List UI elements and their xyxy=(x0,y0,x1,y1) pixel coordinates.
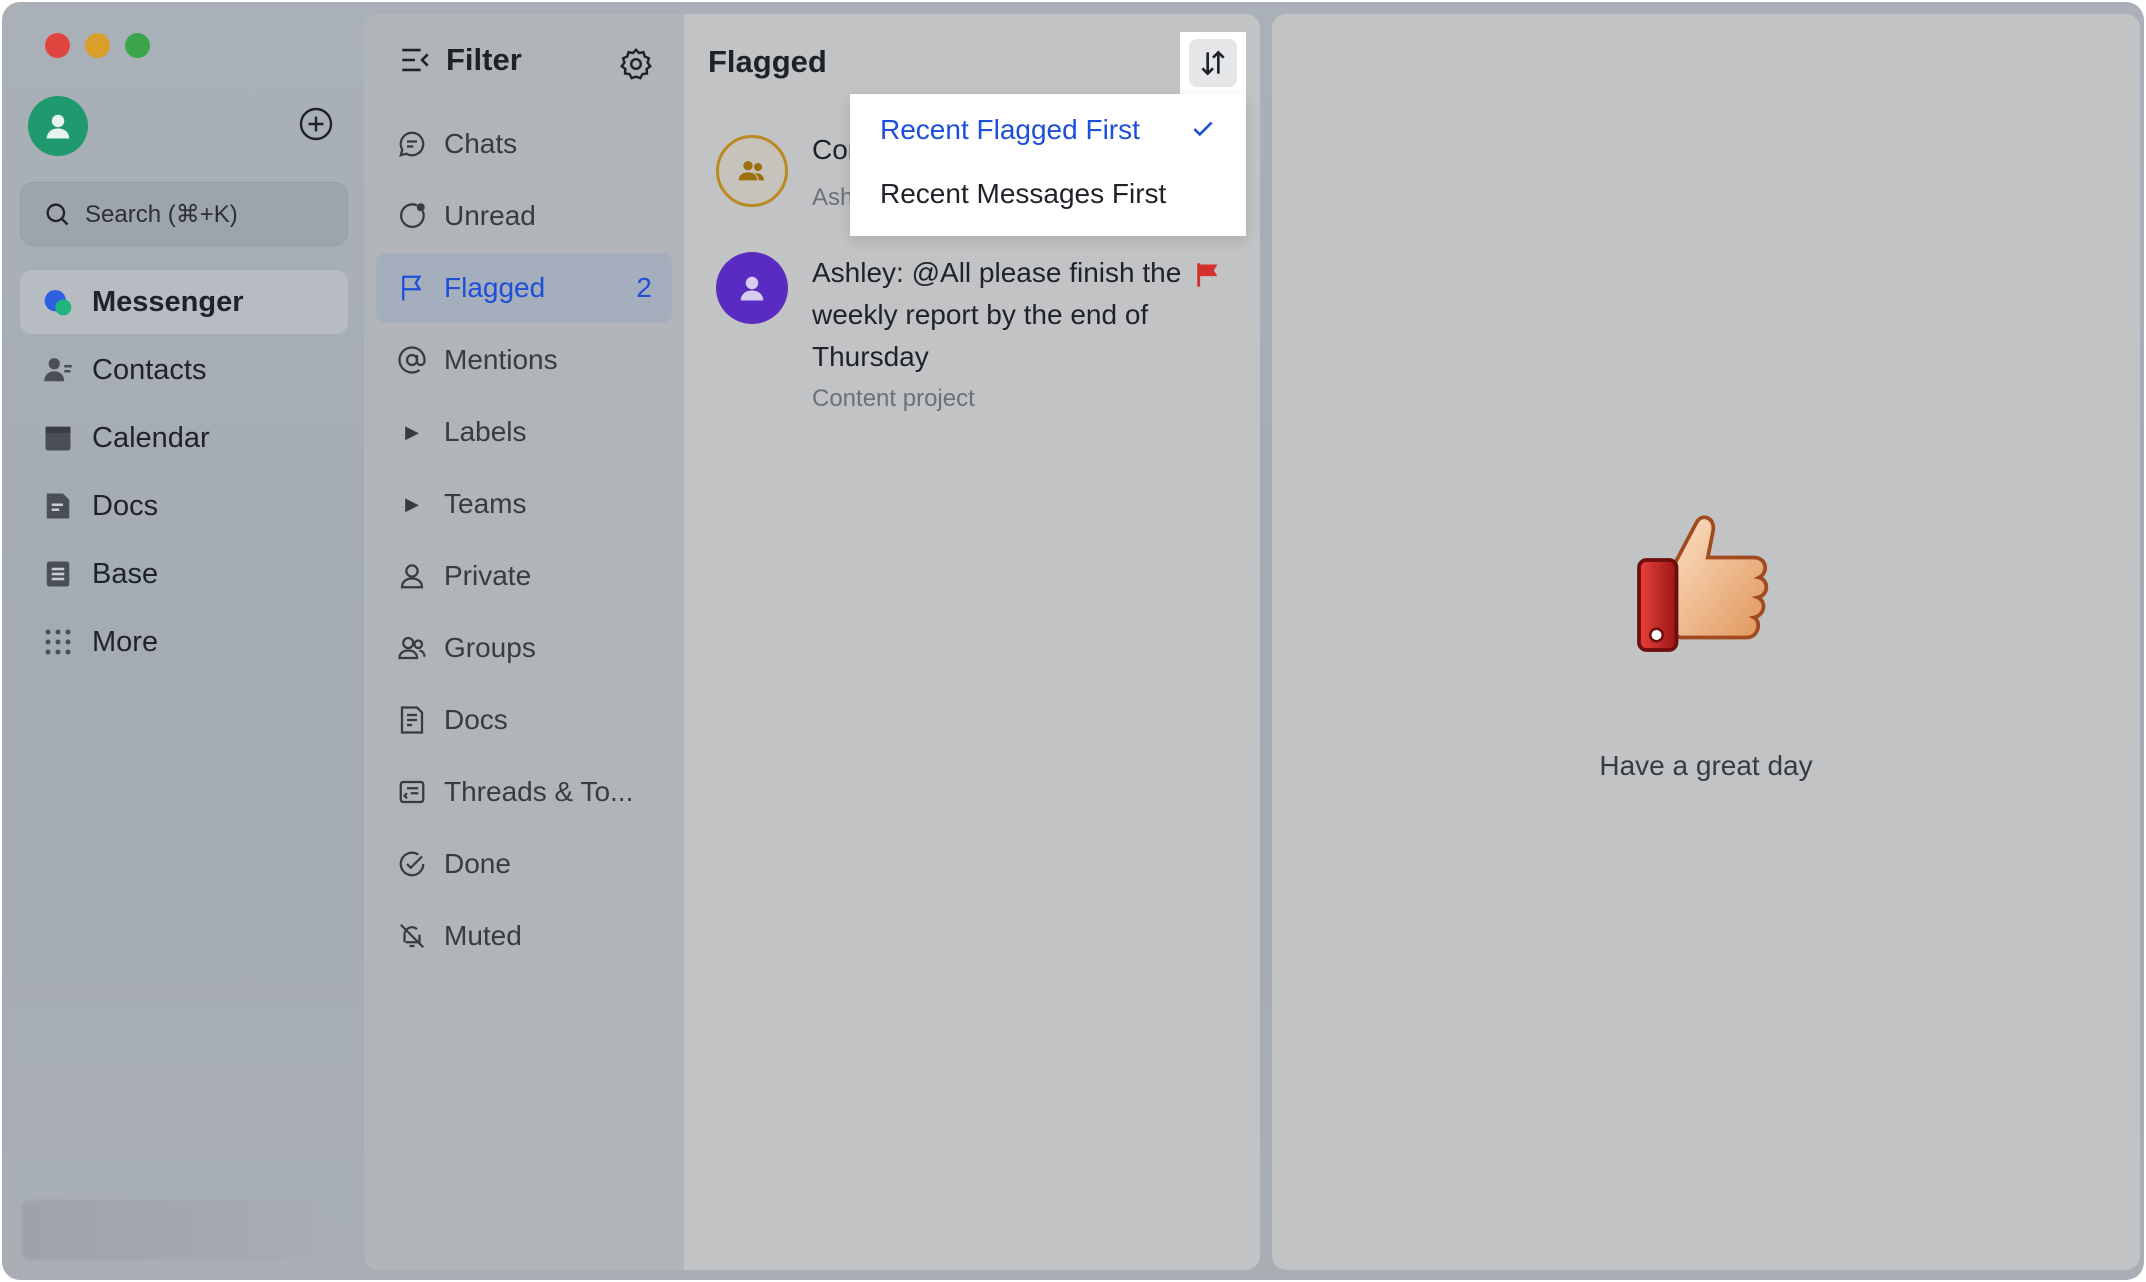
filter-item-threads[interactable]: Threads & To... xyxy=(376,757,672,827)
docs-icon xyxy=(42,490,74,522)
greeting-text: Have a great day xyxy=(1599,750,1813,781)
filter-item-label: Mentions xyxy=(444,344,558,375)
search-placeholder: Search (⌘+K) xyxy=(85,200,238,228)
thumbs-up-icon xyxy=(1637,515,1769,652)
nav-item-label: Base xyxy=(92,557,159,590)
plus-circle-icon xyxy=(299,107,333,141)
filter-list-icon[interactable] xyxy=(398,43,432,77)
chat-message-preview[interactable]: Ashley: @All please finish the weekly re… xyxy=(812,252,1182,378)
done-icon xyxy=(396,848,428,880)
unread-icon xyxy=(396,200,428,232)
search-icon xyxy=(46,203,69,226)
filter-item-label: Teams xyxy=(444,488,527,519)
nav-item-label: Docs xyxy=(92,489,159,522)
person-icon xyxy=(46,114,70,139)
filter-header: Filter xyxy=(398,42,522,78)
nav-item-calendar[interactable]: Calendar xyxy=(20,406,348,470)
sort-arrows-icon xyxy=(1201,50,1225,76)
filter-item-label: Flagged xyxy=(444,272,546,303)
sort-button[interactable] xyxy=(1189,39,1237,87)
filter-item-groups[interactable]: Groups xyxy=(376,613,672,683)
person-icon xyxy=(740,276,764,301)
blurred-profile-area xyxy=(22,1200,322,1260)
caret-right-icon: ▶ xyxy=(405,421,419,442)
nav-item-more[interactable]: More xyxy=(20,610,348,674)
more-icon xyxy=(42,626,74,658)
chat-bubble-icon xyxy=(396,128,428,160)
filter-item-private[interactable]: Private xyxy=(376,541,672,611)
group-icon xyxy=(738,161,764,181)
messenger-icon xyxy=(42,286,74,318)
nav-item-label: Messenger xyxy=(92,285,244,318)
filter-item-label: Threads & To... xyxy=(444,776,634,807)
person-icon xyxy=(396,560,428,592)
nav-item-base[interactable]: Base xyxy=(20,542,348,606)
close-window-button[interactable] xyxy=(45,33,70,58)
filter-item-flagged[interactable]: Flagged 2 xyxy=(376,253,672,323)
filter-item-label: Groups xyxy=(444,632,536,663)
filter-item-chats[interactable]: Chats xyxy=(376,109,672,179)
app-window: Search (⌘+K) Messenger Contacts Calendar… xyxy=(2,2,2144,1280)
filter-item-docs[interactable]: Docs xyxy=(376,685,672,755)
minimize-window-button[interactable] xyxy=(85,33,110,58)
list-title: Flagged xyxy=(708,44,827,79)
filter-item-label: Chats xyxy=(444,128,518,159)
user-avatar[interactable] xyxy=(28,96,88,156)
flag-outline-icon xyxy=(396,272,428,304)
calendar-icon xyxy=(42,422,74,454)
filter-item-labels[interactable]: ▶ Labels xyxy=(376,397,672,467)
gear-icon[interactable] xyxy=(618,46,654,82)
filter-item-label: Private xyxy=(444,560,532,591)
filter-item-mentions[interactable]: Mentions xyxy=(376,325,672,395)
search-box[interactable]: Search (⌘+K) xyxy=(20,182,348,246)
filter-item-label: Muted xyxy=(444,920,522,951)
doc-icon xyxy=(396,704,428,736)
group-avatar[interactable] xyxy=(716,135,788,207)
filter-item-label: Done xyxy=(444,848,511,879)
chat-subtitle-partial: Ash xyxy=(812,184,854,211)
sort-option-label: Recent Messages First xyxy=(880,178,1167,209)
sort-option-label: Recent Flagged First xyxy=(880,114,1140,145)
contacts-icon xyxy=(42,354,74,386)
filter-title: Filter xyxy=(446,42,522,77)
base-icon xyxy=(42,558,74,590)
checkmark-icon xyxy=(1193,121,1213,137)
nav-item-contacts[interactable]: Contacts xyxy=(20,338,348,402)
filter-item-teams[interactable]: ▶ Teams xyxy=(376,469,672,539)
group-icon xyxy=(396,632,428,664)
filter-item-done[interactable]: Done xyxy=(376,829,672,899)
filter-item-label: Labels xyxy=(444,416,527,447)
sort-option-recent-flagged[interactable]: Recent Flagged First xyxy=(880,114,1214,146)
red-flag-icon[interactable] xyxy=(1194,260,1222,290)
filter-item-unread[interactable]: Unread xyxy=(376,181,672,251)
sort-option-recent-messages[interactable]: Recent Messages First xyxy=(880,178,1166,210)
nav-item-label: Contacts xyxy=(92,353,207,386)
chat-subtitle: Content project xyxy=(812,385,975,412)
muted-bell-icon xyxy=(396,920,428,952)
caret-right-icon: ▶ xyxy=(405,493,419,514)
nav-item-docs[interactable]: Docs xyxy=(20,474,348,538)
add-button[interactable] xyxy=(298,106,334,142)
ashley-avatar[interactable] xyxy=(716,252,788,324)
sort-dropdown-menu: Recent Flagged First Recent Messages Fir… xyxy=(858,100,1236,228)
filter-item-label: Docs xyxy=(444,704,508,735)
nav-item-messenger[interactable]: Messenger xyxy=(20,270,348,334)
filter-item-label: Unread xyxy=(444,200,536,231)
zoom-window-button[interactable] xyxy=(125,33,150,58)
nav-item-label: Calendar xyxy=(92,421,210,454)
at-icon xyxy=(396,344,428,376)
filter-item-muted[interactable]: Muted xyxy=(376,901,672,971)
flagged-count-badge: 2 xyxy=(636,272,652,303)
nav-item-label: More xyxy=(92,625,159,658)
threads-icon xyxy=(396,776,428,808)
